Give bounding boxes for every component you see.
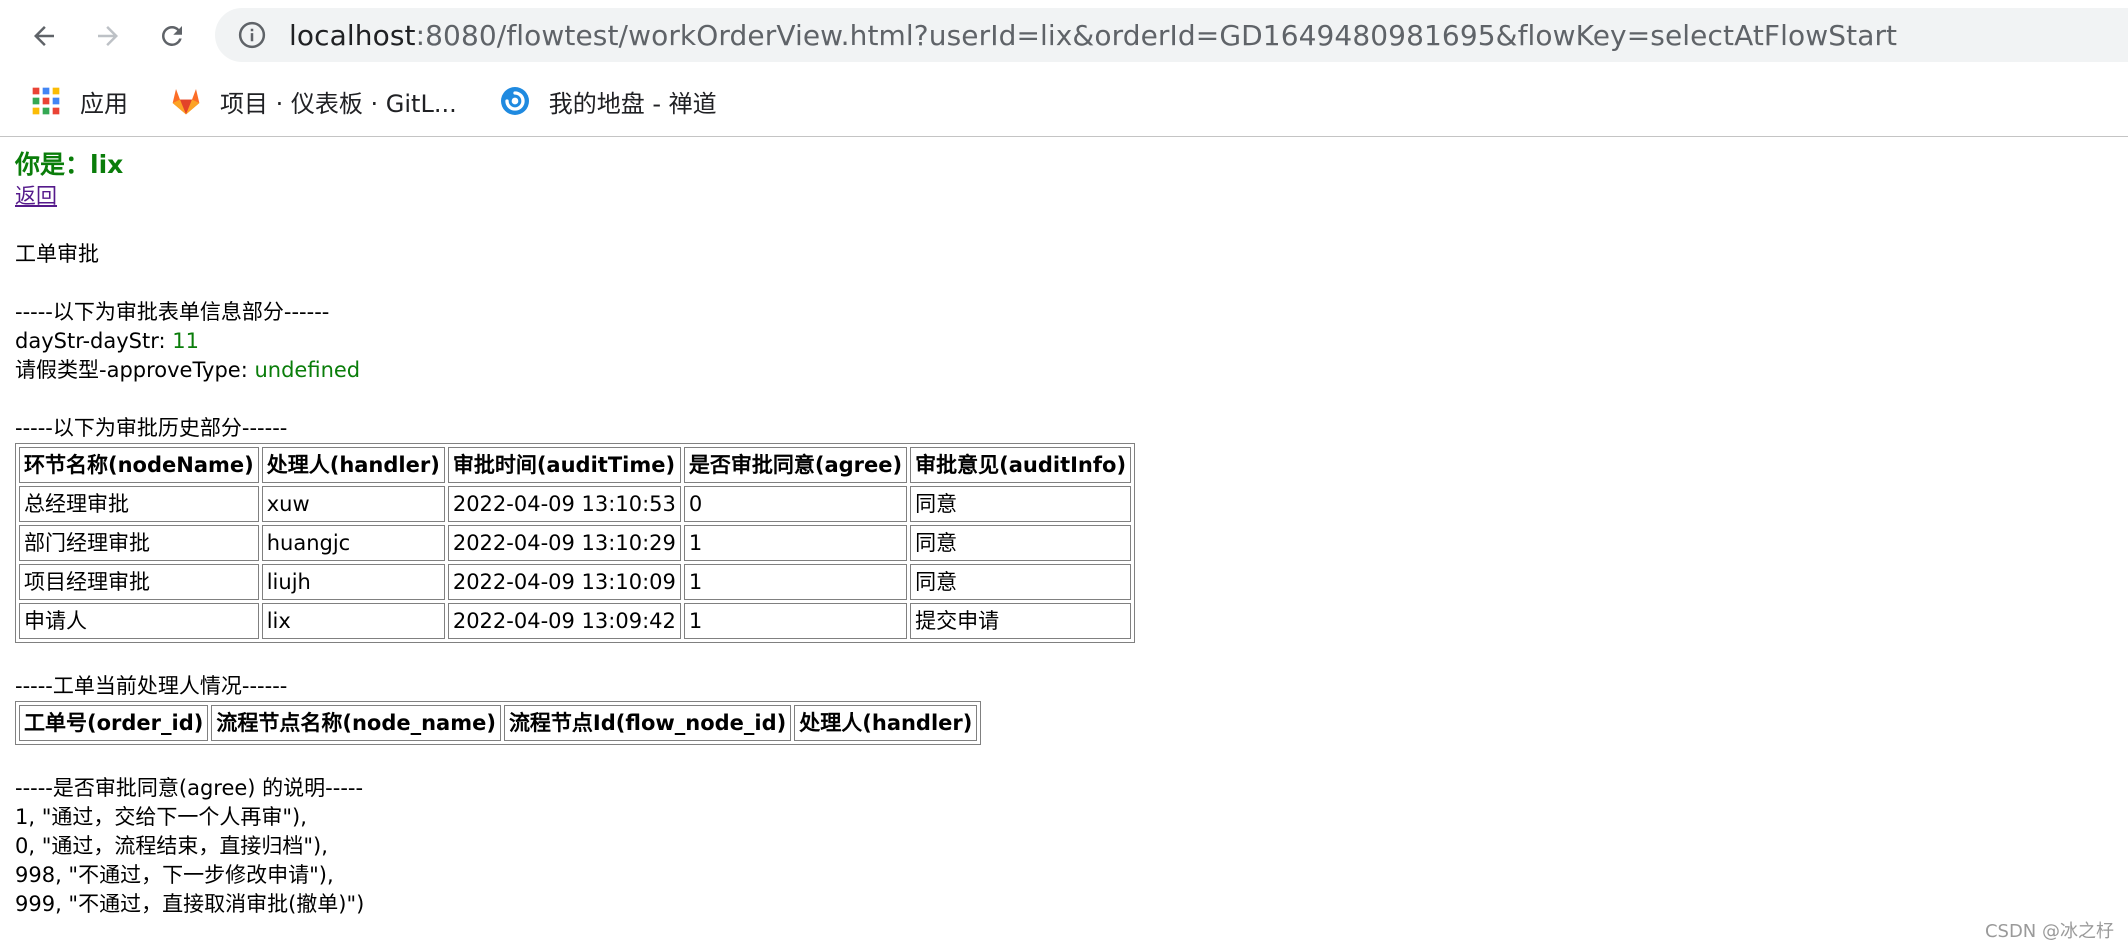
table-cell: xuw	[261, 486, 445, 522]
table-header-row: 环节名称(nodeName) 处理人(handler) 审批时间(auditTi…	[19, 447, 1132, 483]
table-cell: 同意	[910, 564, 1132, 600]
agree-note: 0, "通过，流程结束，直接归档"),	[15, 834, 328, 858]
form-field-approvetype: 请假类型-approveType: undefined	[15, 356, 1135, 385]
bookmark-label: 我的地盘 - 禅道	[548, 89, 717, 118]
column-header: 工单号(order_id)	[19, 705, 209, 741]
url-path: :8080/flowtest/workOrderView.html?userId…	[415, 18, 1898, 52]
field-label: dayStr-dayStr:	[15, 329, 173, 353]
table-cell: 2022-04-09 13:09:42	[447, 603, 681, 639]
url-host: localhost	[289, 18, 416, 52]
info-icon[interactable]	[237, 20, 267, 50]
table-cell: 1	[683, 525, 908, 561]
form-section-header: -----以下为审批表单信息部分------	[15, 300, 330, 324]
agree-note: 999, "不通过，直接取消审批(撤单)")	[15, 892, 365, 916]
bookmark-zentao[interactable]: 我的地盘 - 禅道	[499, 84, 717, 119]
arrow-left-icon	[34, 26, 54, 46]
field-value: undefined	[254, 358, 361, 382]
back-link[interactable]: 返回	[15, 184, 57, 208]
table-header-row: 工单号(order_id) 流程节点名称(node_name) 流程节点Id(f…	[19, 705, 978, 741]
reload-button[interactable]	[150, 14, 194, 58]
table-row: 项目经理审批 liujh 2022-04-09 13:10:09 1 同意	[19, 564, 1132, 600]
gitlab-icon	[172, 89, 200, 115]
table-cell: 同意	[910, 525, 1132, 561]
table-cell: 项目经理审批	[19, 564, 259, 600]
agree-note: 1, "通过，交给下一个人再审"),	[15, 805, 307, 829]
table-cell: liujh	[261, 564, 445, 600]
url-text[interactable]: localhost:8080/flowtest/workOrderView.ht…	[289, 19, 1897, 52]
handler-table: 工单号(order_id) 流程节点名称(node_name) 流程节点Id(f…	[15, 701, 982, 745]
current-user: 你是：lix	[15, 150, 124, 179]
table-cell: 提交申请	[910, 603, 1132, 639]
column-header: 环节名称(nodeName)	[19, 447, 259, 483]
table-cell: 申请人	[19, 603, 259, 639]
table-row: 总经理审批 xuw 2022-04-09 13:10:53 0 同意	[19, 486, 1132, 522]
zentao-icon	[500, 87, 529, 115]
field-label: 请假类型-approveType:	[15, 358, 255, 382]
column-header: 流程节点Id(flow_node_id)	[503, 705, 792, 741]
browser-toolbar: localhost:8080/flowtest/workOrderView.ht…	[0, 0, 2128, 70]
page-content: 你是：lix 返回 工单审批 -----以下为审批表单信息部分------ da…	[15, 148, 1136, 919]
table-cell: huangjc	[261, 525, 445, 561]
table-cell: 2022-04-09 13:10:29	[447, 525, 681, 561]
table-row: 部门经理审批 huangjc 2022-04-09 13:10:29 1 同意	[19, 525, 1132, 561]
column-header: 审批时间(auditTime)	[447, 447, 681, 483]
form-field-daystr: dayStr-dayStr: 11	[15, 327, 1135, 356]
bookmark-gitlab[interactable]: 项目 · 仪表板 · GitL...	[170, 84, 457, 119]
bookmark-label: 应用	[80, 89, 128, 118]
history-table: 环节名称(nodeName) 处理人(handler) 审批时间(auditTi…	[15, 443, 1136, 643]
table-cell: 同意	[910, 486, 1132, 522]
column-header: 处理人(handler)	[794, 705, 978, 741]
forward-button[interactable]	[86, 14, 130, 58]
column-header: 流程节点名称(node_name)	[211, 705, 501, 741]
arrow-right-icon	[98, 26, 118, 46]
column-header: 是否审批同意(agree)	[683, 447, 908, 483]
agree-note: 998, "不通过，下一步修改申请"),	[15, 863, 334, 887]
field-value: 11	[172, 329, 199, 353]
table-cell: 1	[683, 564, 908, 600]
bookmark-label: 项目 · 仪表板 · GitL...	[220, 89, 457, 118]
browser-chrome: localhost:8080/flowtest/workOrderView.ht…	[0, 0, 2128, 137]
table-cell: 部门经理审批	[19, 525, 259, 561]
column-header: 处理人(handler)	[261, 447, 445, 483]
table-row: 申请人 lix 2022-04-09 13:09:42 1 提交申请	[19, 603, 1132, 639]
apps-grid-icon	[32, 87, 60, 115]
history-section-header: -----以下为审批历史部分------	[15, 416, 288, 440]
watermark: CSDN @冰之杍	[1984, 921, 2114, 942]
column-header: 审批意见(auditInfo)	[910, 447, 1132, 483]
table-cell: 2022-04-09 13:10:09	[447, 564, 681, 600]
address-bar[interactable]: localhost:8080/flowtest/workOrderView.ht…	[215, 8, 2128, 62]
table-cell: 1	[683, 603, 908, 639]
bookmarks-bar: 应用 项目 · 仪表板 · GitL... 我的地盘 - 禅道	[0, 76, 2128, 126]
table-cell: 2022-04-09 13:10:53	[447, 486, 681, 522]
back-button[interactable]	[22, 14, 66, 58]
page-title: 工单审批	[15, 242, 99, 266]
reload-icon	[162, 25, 182, 46]
table-cell: 总经理审批	[19, 486, 259, 522]
bookmark-apps[interactable]: 应用	[30, 84, 128, 119]
table-cell: lix	[261, 603, 445, 639]
table-cell: 0	[683, 486, 908, 522]
handler-section-header: -----工单当前处理人情况------	[15, 674, 288, 698]
agree-section-header: -----是否审批同意(agree) 的说明-----	[15, 776, 364, 800]
